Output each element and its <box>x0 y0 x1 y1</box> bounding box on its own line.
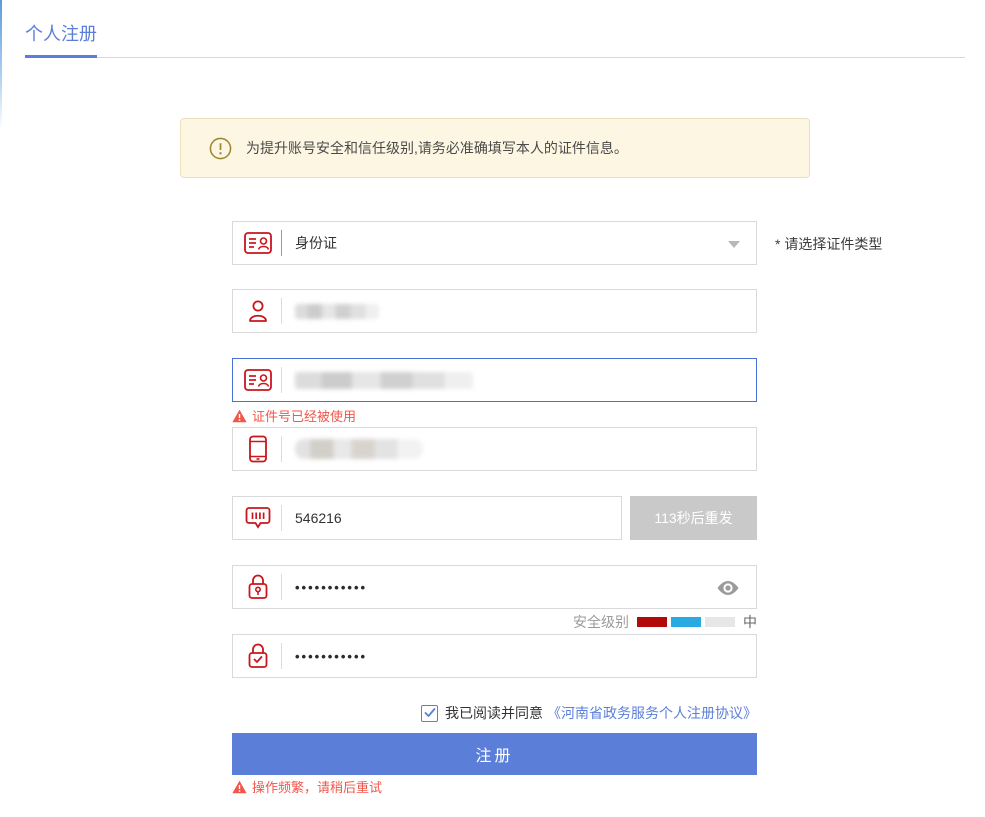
eye-icon <box>716 579 740 597</box>
header-divider <box>25 57 965 58</box>
id-card-icon <box>243 232 273 254</box>
strength-bar-1 <box>637 617 667 627</box>
submit-error: 操作频繁，请稍后重试 <box>232 778 757 795</box>
lock-check-icon <box>243 642 273 670</box>
register-button[interactable]: 注册 <box>232 733 757 775</box>
name-value-redacted <box>295 304 379 319</box>
agreement-link[interactable]: 《河南省政务服务个人注册协议》 <box>547 703 757 723</box>
id-card-icon <box>243 369 273 391</box>
user-icon <box>243 298 273 324</box>
phone-icon <box>243 435 273 463</box>
id-number-field[interactable] <box>232 358 757 402</box>
agreement-row: 我已阅读并同意 《河南省政务服务个人注册协议》 <box>232 703 757 723</box>
agreement-text: 我已阅读并同意 <box>445 703 543 723</box>
strength-bar-3 <box>705 617 735 627</box>
title-underline <box>25 55 97 58</box>
page-title: 个人注册 <box>25 20 97 46</box>
security-notice-banner: 为提升账号安全和信任级别,请务必准确填写本人的证件信息。 <box>180 118 810 178</box>
password-strength-meter: 安全级别 中 <box>232 614 757 630</box>
name-field[interactable] <box>232 289 757 333</box>
field-divider <box>281 574 282 600</box>
field-divider <box>281 643 282 669</box>
chevron-down-icon[interactable] <box>728 241 740 248</box>
warning-triangle-icon <box>232 780 247 794</box>
agreement-checkbox[interactable] <box>421 705 438 722</box>
confirm-password-field[interactable]: ••••••••••• <box>232 634 757 678</box>
field-divider <box>281 436 282 462</box>
check-icon <box>424 708 436 718</box>
registration-page: 个人注册 为提升账号安全和信任级别,请务必准确填写本人的证件信息。 <box>0 0 985 817</box>
password-value: ••••••••••• <box>295 580 367 595</box>
security-notice-text: 为提升账号安全和信任级别,请务必准确填写本人的证件信息。 <box>246 138 628 158</box>
phone-value-redacted <box>295 439 423 459</box>
strength-bar-2 <box>671 617 701 627</box>
id-type-value: 身份证 <box>295 233 337 253</box>
sms-code-field[interactable]: 546216 <box>232 496 622 540</box>
lock-icon <box>243 573 273 601</box>
confirm-password-value: ••••••••••• <box>295 649 367 664</box>
exclamation-circle-icon <box>209 137 232 160</box>
registration-form: 身份证 * 请选择证件类型 <box>232 221 757 795</box>
sms-code-icon <box>243 506 273 530</box>
password-field[interactable]: ••••••••••• <box>232 565 757 609</box>
strength-label: 安全级别 <box>573 612 629 632</box>
field-divider <box>281 505 282 531</box>
id-number-group: 证件号已经被使用 <box>232 358 757 424</box>
sms-code-value: 546216 <box>295 510 342 526</box>
id-number-error-text: 证件号已经被使用 <box>252 406 356 425</box>
strength-level: 中 <box>743 612 757 632</box>
show-password-toggle[interactable] <box>716 579 740 597</box>
resend-code-button[interactable]: 113秒后重发 <box>630 496 757 540</box>
left-edge-accent <box>0 0 2 130</box>
field-divider <box>281 230 282 256</box>
submit-error-text: 操作频繁，请稍后重试 <box>252 777 382 796</box>
id-number-value-redacted <box>295 372 473 389</box>
field-divider <box>281 367 282 393</box>
id-type-hint: * 请选择证件类型 <box>775 234 882 254</box>
sms-code-group: 546216 113秒后重发 <box>232 496 757 540</box>
field-divider <box>281 298 282 324</box>
password-group: ••••••••••• 安全级别 中 <box>232 565 757 630</box>
warning-triangle-icon <box>232 409 247 423</box>
id-type-select[interactable]: 身份证 * 请选择证件类型 <box>232 221 757 265</box>
id-number-error: 证件号已经被使用 <box>232 407 757 424</box>
phone-field[interactable] <box>232 427 757 471</box>
